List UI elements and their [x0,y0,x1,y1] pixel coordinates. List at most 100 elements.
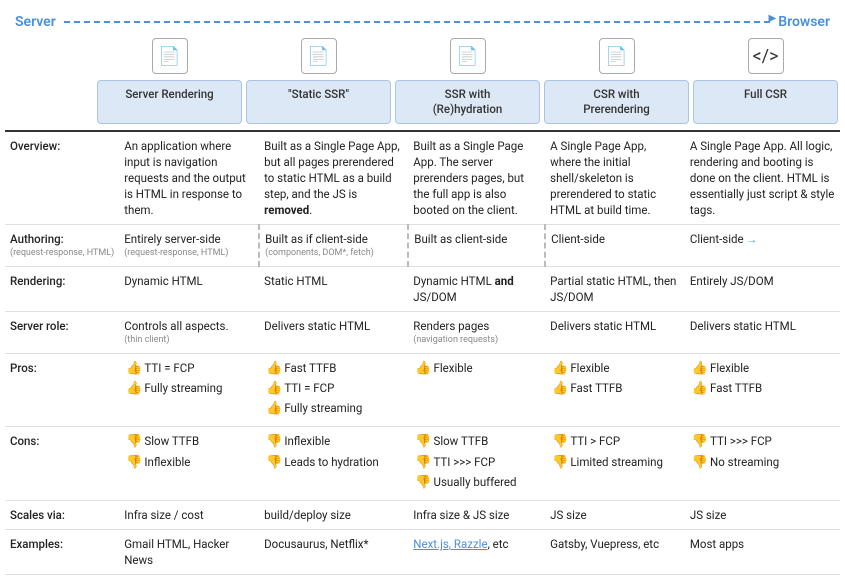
rendering-full-csr: Entirely JS/DOM [685,267,840,312]
cons-text: Leads to hydration [284,454,378,470]
authoring-full-csr: Client-side → [685,225,840,267]
examples-ssr-rehydration: Next.js, Razzle, etc [408,530,545,575]
cons-item: 👎 TTI >>> FCP [690,433,835,451]
cons-text: TTI >>> FCP [433,454,495,470]
cons-text: TTI >>> FCP [710,433,772,449]
server-rendering-icon: 📄 [152,38,188,74]
col-header-csr-prerendering: CSR withPrerendering [544,80,689,124]
server-role-server-rendering: Controls all aspects.(thin client) [119,312,259,354]
examples-full-csr: Most apps [685,530,840,575]
thumbs-down-icon: 👎 [415,433,431,451]
scales-static-ssr: build/deploy size [259,501,408,530]
cons-text: Slow TTFB [433,433,488,449]
pros-item: 👍 Flexible [413,360,540,378]
thumbs-down-icon: 👎 [126,454,142,472]
col-icon-static-ssr: 📄 [244,38,393,74]
cons-item: 👎 Leads to hydration [264,454,403,472]
thumbs-down-icon: 👎 [692,433,708,451]
cons-item: 👎 TTI >>> FCP [413,454,540,472]
pros-text: Flexible [433,360,472,376]
nextjs-link[interactable]: Next.js, Razzle [413,537,487,551]
examples-server-rendering: Gmail HTML, Hacker News [119,530,259,575]
col-icon-csr-prerendering: 📄 [542,38,691,74]
examples-row: Examples: Gmail HTML, Hacker News Docusa… [5,530,840,575]
overview-label: Overview: [5,131,119,225]
pros-ssr-rehydration: 👍 Flexible [408,353,545,427]
authoring-ssr-rehydration: Built as client-side [408,225,545,267]
navigation-requests: (navigation requests) [413,334,540,347]
thumbs-down-icon: 👎 [552,454,568,472]
authoring-server-sub: (request-response, HTML) [124,247,253,260]
thumbs-up-icon: 👍 [415,360,431,378]
authoring-sub: (request-response, HTML) [10,247,114,260]
cons-item: 👎 Slow TTFB [124,433,254,451]
col-icon-full-csr: </> [691,38,840,74]
pros-text: TTI = FCP [284,380,334,396]
pros-text: Fast TTFB [284,360,336,376]
pros-text: Fast TTFB [710,380,762,396]
examples-static-ssr: Docusaurus, Netflix* [259,530,408,575]
cons-item: 👎 Limited streaming [550,454,680,472]
cons-text: TTI > FCP [570,433,620,449]
col-header-full-csr: Full CSR [693,80,838,124]
icons-row: 📄 📄 📄 📄 </> [5,38,840,74]
scales-label: Scales via: [5,501,119,530]
pros-text: Fast TTFB [570,380,622,396]
comparison-table: Overview: An application where input is … [5,130,840,575]
pros-item: 👍 Fast TTFB [264,360,403,378]
overview-static-ssr: Built as a Single Page App, but all page… [259,131,408,225]
scales-full-csr: JS size [685,501,840,530]
header-banner: Server Browser [5,10,840,34]
removed-text: removed [264,203,309,217]
rendering-server-rendering: Dynamic HTML [119,267,259,312]
authoring-static-sub: (components, DOM*, fetch) [265,247,402,260]
rendering-csr-prerendering: Partial static HTML, then JS/DOM [545,267,685,312]
scales-ssr-rehydration: Infra size & JS size [408,501,545,530]
pros-text: Fully streaming [284,400,362,416]
examples-csr-prerendering: Gatsby, Vuepress, etc [545,530,685,575]
scales-row: Scales via: Infra size / cost build/depl… [5,501,840,530]
server-role-static-ssr: Delivers static HTML [259,312,408,354]
pros-item: 👍 Fully streaming [264,400,403,418]
col-header-server-rendering: Server Rendering [97,80,242,124]
pros-text: Fully streaming [144,380,222,396]
pros-full-csr: 👍 Flexible 👍 Fast TTFB [685,353,840,427]
thin-client: (thin client) [124,334,254,347]
rendering-label: Rendering: [5,267,119,312]
server-role-full-csr: Delivers static HTML [685,312,840,354]
cons-item: 👎 TTI > FCP [550,433,680,451]
cons-csr-prerendering: 👎 TTI > FCP 👎 Limited streaming [545,427,685,501]
pros-item: 👍 TTI = FCP [124,360,254,378]
pros-item: 👍 Flexible [550,360,680,378]
thumbs-up-icon: 👍 [126,360,142,378]
cons-text: Inflexible [144,454,190,470]
static-ssr-icon: 📄 [301,38,337,74]
overview-ssr-rehydration: Built as a Single Page App. The server p… [408,131,545,225]
pros-static-ssr: 👍 Fast TTFB 👍 TTI = FCP 👍 Fully streamin… [259,353,408,427]
authoring-row: Authoring:(request-response, HTML) Entir… [5,225,840,267]
thumbs-down-icon: 👎 [266,433,282,451]
col-icon-server-rendering: 📄 [95,38,244,74]
authoring-static-ssr: Built as if client-side(components, DOM*… [259,225,408,267]
authoring-csr-prerendering: Client-side [545,225,685,267]
thumbs-up-icon: 👍 [266,380,282,398]
cons-label: Cons: [5,427,119,501]
and-jsdom: and [495,274,514,288]
full-csr-icon: </> [748,38,784,74]
server-role-row: Server role: Controls all aspects.(thin … [5,312,840,354]
server-role-ssr-rehydration: Renders pages(navigation requests) [408,312,545,354]
pros-text: TTI = FCP [144,360,194,376]
thumbs-down-icon: 👎 [552,433,568,451]
main-container: Server Browser 📄 📄 📄 📄 </> Server Render… [0,0,845,585]
client-side-arrow: → [746,233,757,246]
pros-server-rendering: 👍 TTI = FCP 👍 Fully streaming [119,353,259,427]
thumbs-up-icon: 👍 [552,380,568,398]
pros-item: 👍 Fast TTFB [690,380,835,398]
ssr-rehydration-icon: 📄 [450,38,486,74]
thumbs-up-icon: 👍 [692,380,708,398]
column-headers-row: Server Rendering "Static SSR" SSR with(R… [5,80,840,124]
cons-server-rendering: 👎 Slow TTFB 👎 Inflexible [119,427,259,501]
pros-text: Flexible [710,360,749,376]
thumbs-up-icon: 👍 [266,360,282,378]
pros-label: Pros: [5,353,119,427]
